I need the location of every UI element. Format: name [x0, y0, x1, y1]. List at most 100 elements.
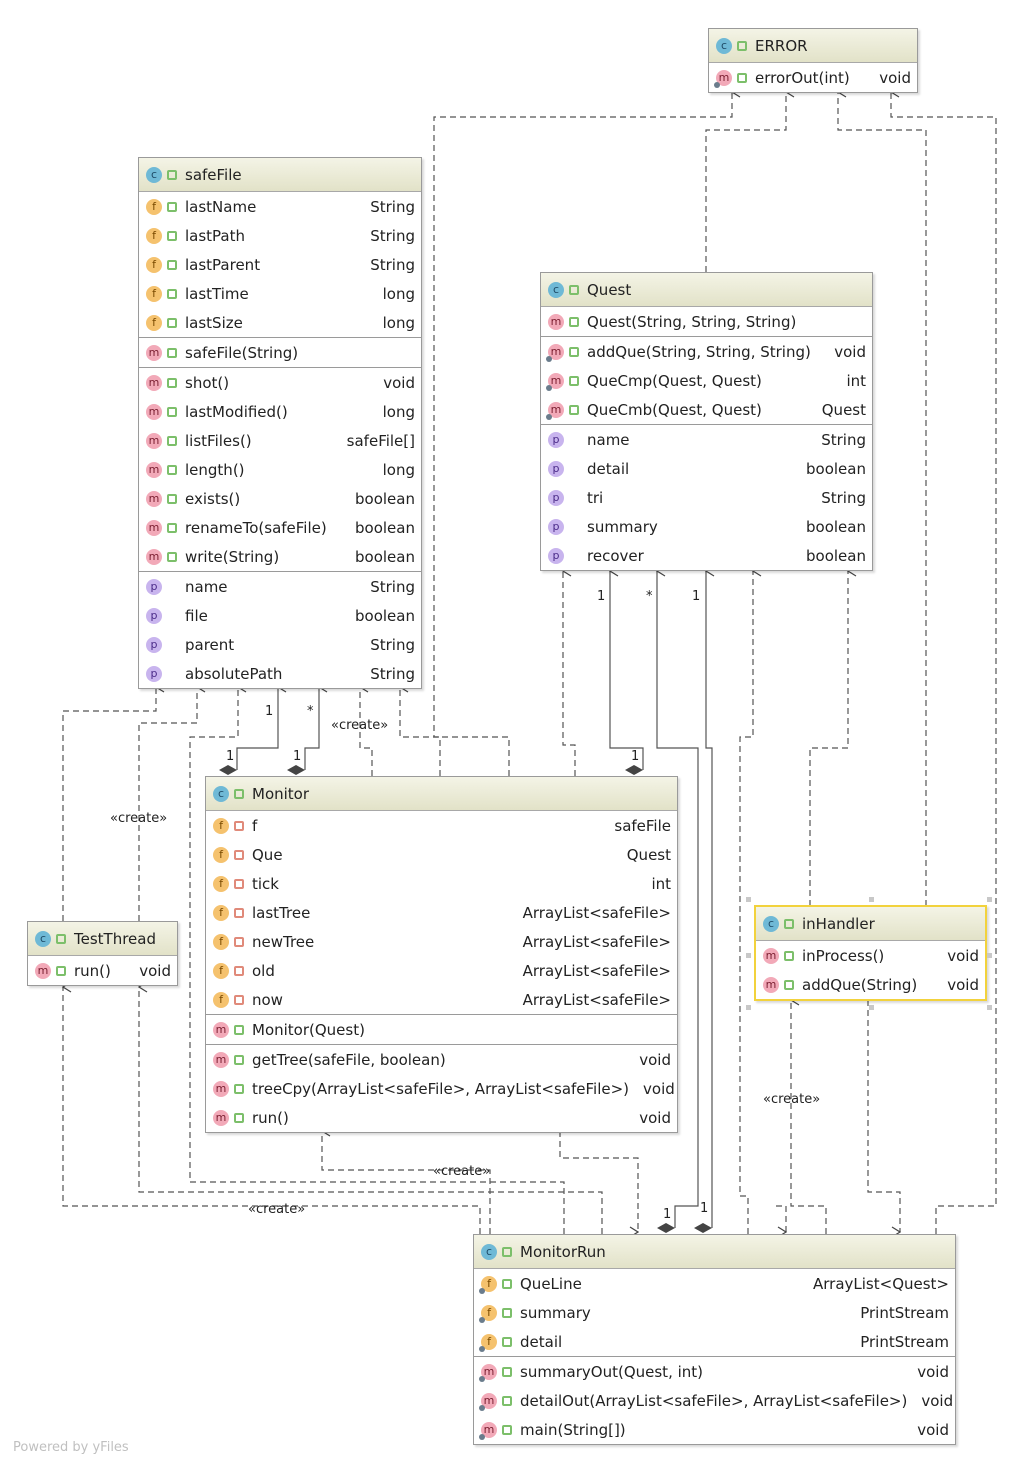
member-row[interactable]: m exists() boolean — [139, 484, 421, 513]
class-name: MonitorRun — [520, 1242, 606, 1261]
member-row[interactable]: f tick int — [206, 869, 677, 898]
resize-handle[interactable] — [987, 953, 992, 958]
member-row[interactable]: m main(String[]) void — [474, 1415, 955, 1444]
resize-handle[interactable] — [746, 953, 751, 958]
public-visibility-icon — [737, 40, 747, 51]
member-row[interactable]: f lastName String — [139, 192, 421, 221]
member-row[interactable]: p name String — [139, 572, 421, 601]
field-icon: f — [213, 933, 229, 950]
member-row[interactable]: m detailOut(ArrayList<safeFile>, ArrayLis… — [474, 1386, 955, 1415]
member-row[interactable]: f f safeFile — [206, 811, 677, 840]
member-row[interactable]: m renameTo(safeFile) boolean — [139, 513, 421, 542]
class-header[interactable]: c Monitor — [206, 777, 677, 811]
public-visibility-icon — [234, 788, 244, 799]
field-icon: f — [146, 198, 162, 215]
class-header[interactable]: c safeFile — [139, 158, 421, 192]
field-icon: f — [146, 256, 162, 273]
class-name: Quest — [587, 280, 632, 299]
stereotype-label: «create» — [248, 1202, 305, 1217]
public-visibility-icon — [502, 1395, 512, 1406]
member-row[interactable]: f newTree ArrayList<safeFile> — [206, 927, 677, 956]
class-testthread[interactable]: c TestThread m run() void — [27, 921, 178, 986]
class-header[interactable]: c TestThread — [28, 922, 177, 956]
member-row[interactable]: m errorOut(int) void — [709, 63, 917, 92]
private-visibility-icon — [234, 907, 244, 918]
member-row[interactable]: p summary boolean — [541, 512, 872, 541]
member-row[interactable]: m listFiles() safeFile[] — [139, 426, 421, 455]
dependency-edge — [774, 1205, 786, 1232]
public-visibility-icon — [167, 377, 177, 388]
member-row[interactable]: f lastPath String — [139, 221, 421, 250]
no-visibility-icon — [569, 435, 579, 445]
resize-handle[interactable] — [868, 897, 874, 902]
member-row[interactable]: f lastTime long — [139, 279, 421, 308]
resize-handle[interactable] — [987, 1005, 992, 1010]
public-visibility-icon — [502, 1424, 512, 1435]
member-row[interactable]: m addQue(String, String, String) void — [541, 337, 872, 366]
member-row[interactable]: f now ArrayList<safeFile> — [206, 985, 677, 1014]
dependency-edge — [791, 1000, 827, 1234]
dependency-edge — [705, 92, 786, 272]
member-name: addQue(String, String, String) — [587, 342, 811, 361]
member-name: absolutePath — [185, 664, 283, 683]
member-row[interactable]: p file boolean — [139, 601, 421, 630]
member-row[interactable]: m Monitor(Quest) — [206, 1015, 677, 1044]
class-header[interactable]: c Quest — [541, 273, 872, 307]
member-name: f — [252, 816, 258, 835]
dependency-edge — [867, 1000, 900, 1232]
resize-handle[interactable] — [868, 1005, 874, 1010]
member-row[interactable]: m write(String) boolean — [139, 542, 421, 571]
member-row[interactable]: m run() void — [28, 956, 177, 985]
class-safefile[interactable]: c safeFile f lastName String f lastPath String f… — [138, 157, 422, 689]
member-row[interactable]: m lastModified() long — [139, 397, 421, 426]
member-row[interactable]: f detail PrintStream — [474, 1327, 955, 1356]
class-header[interactable]: c MonitorRun — [474, 1235, 955, 1269]
member-row[interactable]: p recover boolean — [541, 541, 872, 570]
resize-handle[interactable] — [746, 897, 751, 902]
class-header[interactable]: c inHandler — [756, 907, 985, 941]
member-row[interactable]: m addQue(String) void — [756, 970, 985, 999]
method-icon: m — [546, 343, 564, 362]
class-quest[interactable]: c Quest m Quest(String, String, String) m add… — [540, 272, 873, 571]
member-row[interactable]: m QueCmb(Quest, Quest) Quest — [541, 395, 872, 424]
member-row[interactable]: f Que Quest — [206, 840, 677, 869]
member-row[interactable]: m safeFile(String) — [139, 338, 421, 367]
member-row[interactable]: m QueCmp(Quest, Quest) int — [541, 366, 872, 395]
member-row[interactable]: p absolutePath String — [139, 659, 421, 688]
private-visibility-icon — [234, 820, 244, 831]
member-row[interactable]: f lastParent String — [139, 250, 421, 279]
member-row[interactable]: p name String — [541, 425, 872, 454]
method-icon: m — [146, 548, 162, 565]
class-error[interactable]: c ERROR m errorOut(int) void — [708, 28, 918, 93]
public-visibility-icon — [167, 317, 177, 328]
member-type: ArrayList<safeFile> — [522, 990, 671, 1009]
class-monitor[interactable]: c Monitor f f safeFile f Que Quest f tick int f last… — [205, 776, 678, 1133]
member-row[interactable]: m treeCpy(ArrayList<safeFile>, ArrayList<… — [206, 1074, 677, 1103]
public-visibility-icon — [167, 230, 177, 241]
member-row[interactable]: f lastSize long — [139, 308, 421, 337]
member-row[interactable]: f lastTree ArrayList<safeFile> — [206, 898, 677, 927]
member-name: detail — [587, 459, 630, 478]
member-row[interactable]: m getTree(safeFile, boolean) void — [206, 1045, 677, 1074]
member-type: void — [921, 1391, 954, 1410]
class-inhandler[interactable]: c inHandler m inProcess() void m addQue(String… — [754, 905, 987, 1001]
member-row[interactable]: m length() long — [139, 455, 421, 484]
member-row[interactable]: m shot() void — [139, 368, 421, 397]
member-type: safeFile[] — [346, 431, 415, 450]
resize-handle[interactable] — [987, 897, 992, 902]
member-type: String — [370, 635, 415, 654]
member-row[interactable]: m summaryOut(Quest, int) void — [474, 1357, 955, 1386]
class-header[interactable]: c ERROR — [709, 29, 917, 63]
composition-edge — [237, 687, 278, 770]
member-row[interactable]: p parent String — [139, 630, 421, 659]
member-row[interactable]: f QueLine ArrayList<Quest> — [474, 1269, 955, 1298]
member-row[interactable]: m inProcess() void — [756, 941, 985, 970]
resize-handle[interactable] — [746, 1005, 751, 1010]
member-row[interactable]: f summary PrintStream — [474, 1298, 955, 1327]
member-row[interactable]: p detail boolean — [541, 454, 872, 483]
member-row[interactable]: p tri String — [541, 483, 872, 512]
member-row[interactable]: m run() void — [206, 1103, 677, 1132]
class-monitorrun[interactable]: c MonitorRun f QueLine ArrayList<Quest> f summ… — [473, 1234, 956, 1445]
member-row[interactable]: f old ArrayList<safeFile> — [206, 956, 677, 985]
member-row[interactable]: m Quest(String, String, String) — [541, 307, 872, 336]
